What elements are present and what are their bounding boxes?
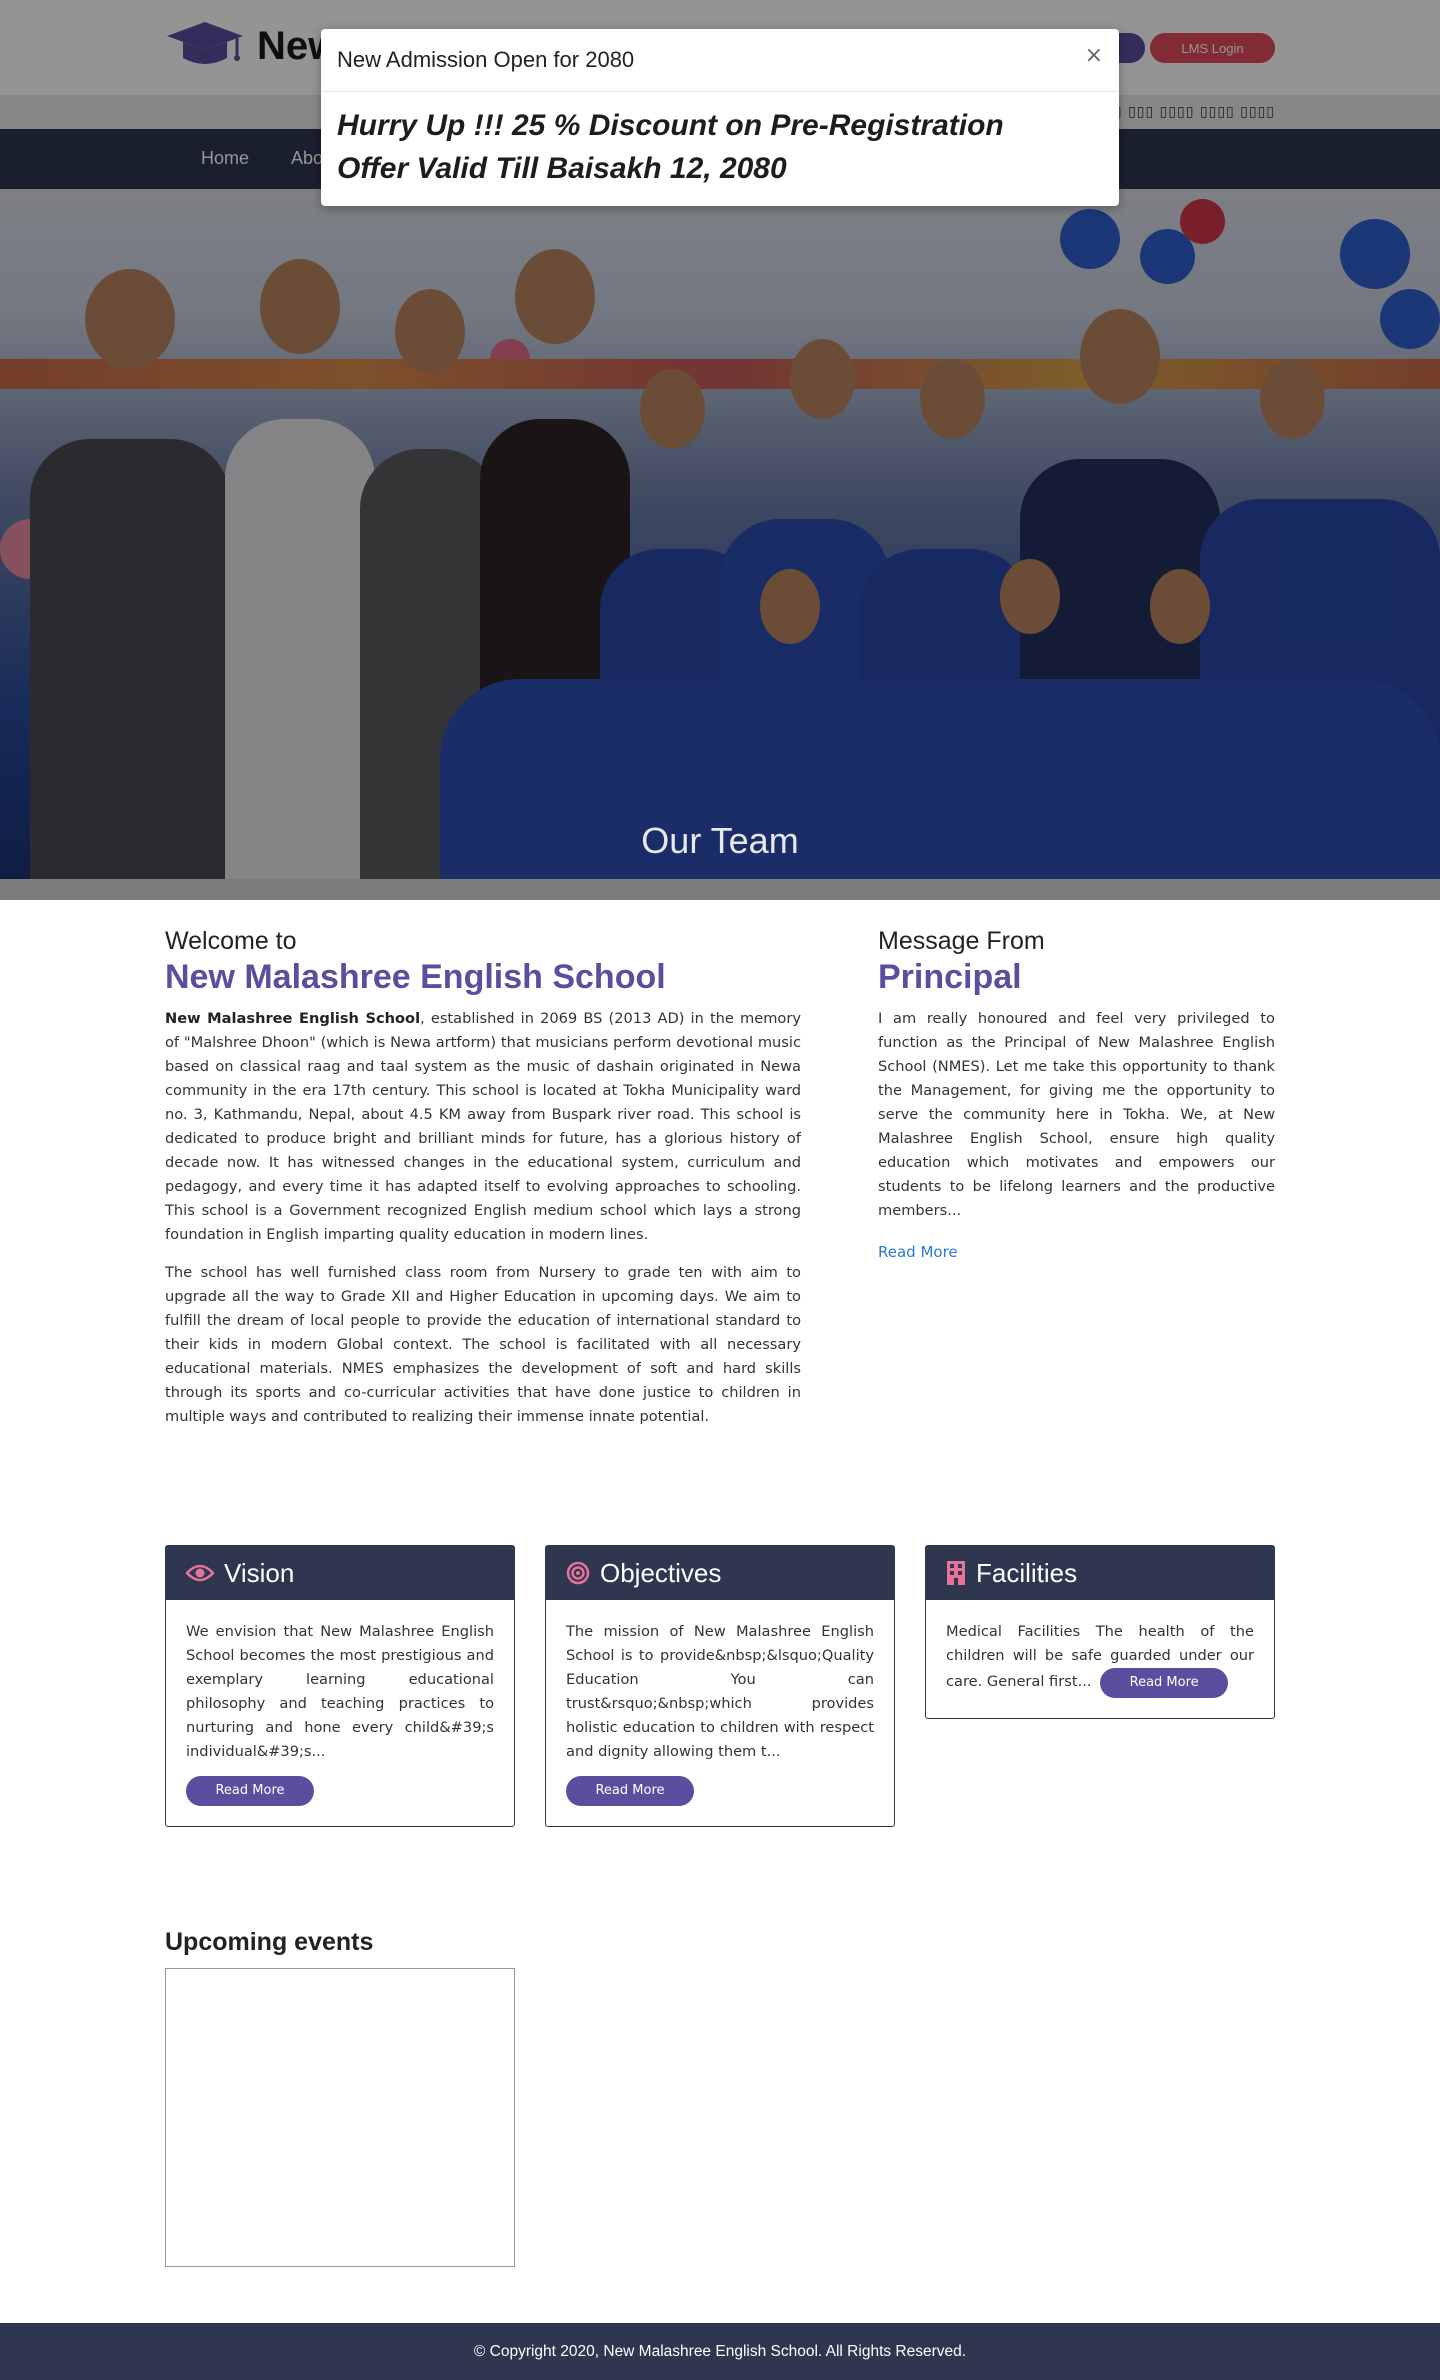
principal-message: I am really honoured and feel very privi… bbox=[878, 1010, 1275, 1219]
modal-body: Hurry Up !!! 25 % Discount on Pre-Regist… bbox=[337, 104, 1004, 190]
events-box bbox=[165, 1968, 515, 2267]
modal-title: New Admission Open for 2080 bbox=[337, 47, 635, 72]
copyright-text: © Copyright 2020, New Malashree English … bbox=[473, 2343, 967, 2360]
principal-title: Principal bbox=[878, 958, 1022, 996]
objectives-card: Objectives The mission of New Malashree … bbox=[545, 1545, 895, 1827]
welcome-paragraph-1: New Malashree English School, establishe… bbox=[165, 1007, 801, 1247]
close-icon[interactable]: × bbox=[1085, 43, 1103, 68]
principal-section: Message From Principal I am really honou… bbox=[878, 927, 1275, 1261]
facilities-card-title: Facilities bbox=[976, 1557, 1078, 1588]
vision-read-more-button[interactable]: Read More bbox=[186, 1776, 314, 1806]
facilities-card-header: Facilities bbox=[926, 1546, 1274, 1600]
site-footer: © Copyright 2020, New Malashree English … bbox=[0, 2323, 1440, 2380]
welcome-paragraph-1-text: , established in 2069 BS (2013 AD) in th… bbox=[165, 1010, 801, 1243]
vision-card-header: Vision bbox=[166, 1546, 514, 1600]
eye-icon bbox=[186, 1564, 214, 1582]
welcome-section: Welcome to New Malashree English School … bbox=[165, 927, 801, 1443]
objectives-card-body: The mission of New Malashree English Sch… bbox=[546, 1600, 894, 1826]
facilities-read-more-button[interactable]: Read More bbox=[1100, 1668, 1229, 1698]
hero-caption: Our Team bbox=[641, 820, 799, 861]
objectives-card-header: Objectives bbox=[546, 1546, 894, 1600]
principal-read-more-link[interactable]: Read More bbox=[878, 1243, 958, 1261]
welcome-kicker: Welcome to bbox=[165, 927, 297, 955]
facilities-card-body: Medical Facilities The health of the chi… bbox=[926, 1600, 1274, 1718]
objectives-read-more-button[interactable]: Read More bbox=[566, 1776, 694, 1806]
objectives-card-title: Objectives bbox=[600, 1557, 722, 1588]
modal-divider bbox=[321, 91, 1119, 92]
vision-card: Vision We envision that New Malashree En… bbox=[165, 1545, 515, 1827]
objectives-card-text: The mission of New Malashree English Sch… bbox=[566, 1623, 874, 1760]
modal-validity-line: Offer Valid Till Baisakh 12, 2080 bbox=[337, 152, 787, 185]
vision-card-body: We envision that New Malashree English S… bbox=[166, 1600, 514, 1826]
school-name-bold: New Malashree English School bbox=[165, 1010, 421, 1027]
target-icon bbox=[566, 1561, 590, 1585]
vision-card-title: Vision bbox=[224, 1557, 295, 1588]
welcome-paragraph-2: The school has well furnished class room… bbox=[165, 1264, 801, 1425]
principal-kicker: Message From bbox=[878, 927, 1045, 955]
modal-discount-line: Hurry Up !!! 25 % Discount on Pre-Regist… bbox=[337, 109, 1004, 142]
facilities-card: Facilities Medical Facilities The health… bbox=[925, 1545, 1275, 1719]
building-icon bbox=[947, 1561, 965, 1585]
admission-modal: New Admission Open for 2080 × Hurry Up !… bbox=[321, 29, 1119, 206]
events-title: Upcoming events bbox=[165, 1928, 374, 1956]
vision-card-text: We envision that New Malashree English S… bbox=[186, 1623, 494, 1760]
welcome-title: New Malashree English School bbox=[165, 958, 666, 996]
